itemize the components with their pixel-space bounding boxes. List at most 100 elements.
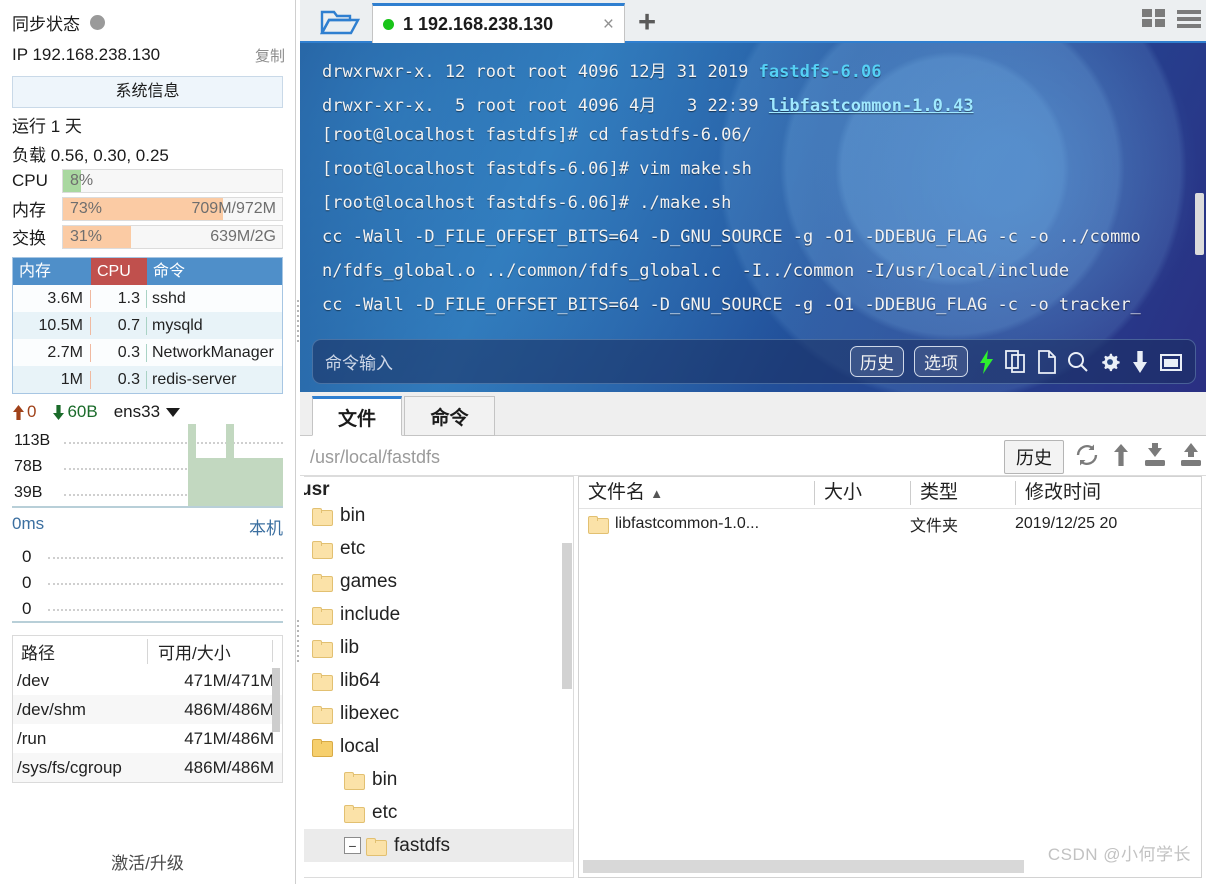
upload-file-icon[interactable] bbox=[1178, 442, 1204, 472]
process-cmd: redis-server bbox=[152, 370, 237, 388]
terminal-tab[interactable]: 1 192.168.238.130 × bbox=[372, 3, 625, 43]
copy-icon[interactable] bbox=[1037, 349, 1057, 374]
directory-tree[interactable]: usr bin etc games include lib lib64 libexec loc… bbox=[304, 476, 574, 878]
folder-icon bbox=[312, 606, 333, 625]
col-type[interactable]: 类型 bbox=[910, 480, 1015, 505]
ip-row: IP 192.168.238.130 复制 bbox=[6, 38, 289, 72]
hamburger-menu-icon[interactable] bbox=[1176, 6, 1202, 35]
process-mem: 3.6M bbox=[13, 289, 91, 308]
folder-icon bbox=[312, 672, 333, 691]
command-options-button[interactable]: 选项 bbox=[914, 346, 968, 377]
file-history-button[interactable]: 历史 bbox=[1004, 440, 1064, 474]
file-name: libfastcommon-1.0... bbox=[615, 515, 760, 532]
disk-scrollbar[interactable] bbox=[272, 668, 280, 732]
splitter-grip-bottom[interactable] bbox=[297, 620, 299, 664]
system-info-button[interactable]: 系统信息 bbox=[12, 76, 283, 108]
tab-files-label: 文件 bbox=[337, 408, 376, 430]
col-size[interactable]: 大小 bbox=[814, 480, 910, 505]
copy-button[interactable]: 复制 bbox=[255, 45, 285, 66]
file-list[interactable]: 文件名 ▲ 大小 类型 修改时间 libfastcommon-1.0... 文件夹… bbox=[578, 476, 1202, 878]
tree-node[interactable]: include bbox=[304, 598, 573, 631]
tree-node[interactable]: games bbox=[304, 565, 573, 598]
gridline bbox=[48, 583, 283, 585]
terminal-line: [root@localhost fastdfs-6.06]# ./make.sh bbox=[322, 193, 732, 213]
folder-icon bbox=[312, 573, 333, 592]
terminal-scrollbar[interactable] bbox=[1195, 193, 1204, 255]
tree-node-label: libexec bbox=[340, 702, 400, 724]
disk-col-extra bbox=[272, 640, 282, 662]
disk-row[interactable]: /run 471M/486M bbox=[13, 724, 282, 753]
command-history-button[interactable]: 历史 bbox=[850, 346, 904, 377]
file-list-row[interactable]: libfastcommon-1.0... 文件夹 2019/12/25 20 bbox=[579, 509, 1201, 539]
disk-row[interactable]: /7.4G/16.6G bbox=[13, 782, 282, 783]
clone-session-icon[interactable] bbox=[1005, 349, 1027, 374]
tree-node[interactable]: − fastdfs bbox=[304, 829, 573, 862]
tab-commands[interactable]: 命令 bbox=[404, 396, 495, 436]
meter-percent: 31% bbox=[70, 227, 103, 245]
collapse-icon[interactable]: − bbox=[344, 837, 361, 854]
axis-tick-label: 0 bbox=[22, 573, 32, 592]
tree-scrollbar[interactable] bbox=[562, 543, 572, 689]
disk-col-size[interactable]: 可用/大小 bbox=[147, 638, 272, 664]
process-row[interactable]: 3.6M 1.3 sshd bbox=[13, 285, 282, 312]
tree-node[interactable]: lib bbox=[304, 631, 573, 664]
process-row[interactable]: 10.5M 0.7 mysqld bbox=[13, 312, 282, 339]
gear-icon[interactable] bbox=[1099, 350, 1121, 374]
command-input-bar[interactable]: 命令输入 历史 选项 bbox=[312, 339, 1196, 384]
path-input[interactable]: /usr/local/fastdfs bbox=[310, 442, 1010, 472]
parent-folder-icon[interactable] bbox=[1110, 443, 1132, 472]
process-col-cmd[interactable]: 命令 bbox=[147, 258, 282, 285]
latency-target[interactable]: 本机 bbox=[249, 514, 283, 539]
network-bar bbox=[234, 458, 283, 506]
tree-node[interactable]: etc bbox=[304, 796, 573, 829]
lightning-icon[interactable] bbox=[978, 349, 995, 374]
window-icon[interactable] bbox=[1159, 350, 1183, 374]
download-file-icon[interactable] bbox=[1142, 442, 1168, 472]
tab-commands-label: 命令 bbox=[430, 407, 469, 429]
file-browser-panel: 文件 命令 /usr/local/fastdfs 历史 sr bin etc g… bbox=[300, 392, 1206, 884]
file-list-hscrollbar[interactable] bbox=[583, 860, 1024, 873]
disk-row[interactable]: /dev 471M/471M bbox=[13, 666, 282, 695]
col-filename[interactable]: 文件名 ▲ bbox=[579, 481, 814, 505]
search-icon[interactable] bbox=[1067, 350, 1089, 374]
tree-node[interactable]: local bbox=[304, 730, 573, 763]
network-download-value: 60B bbox=[67, 402, 98, 421]
close-icon[interactable]: × bbox=[603, 14, 614, 36]
load-average-label: 负载 0.56, 0.30, 0.25 bbox=[12, 146, 169, 165]
download-icon[interactable] bbox=[1131, 350, 1149, 374]
process-table-header: 内存 CPU 命令 bbox=[13, 258, 282, 285]
process-col-cpu[interactable]: CPU bbox=[91, 258, 147, 285]
tree-node-label: include bbox=[340, 603, 401, 625]
grid-layout-icon[interactable] bbox=[1141, 6, 1167, 35]
disk-col-path[interactable]: 路径 bbox=[13, 639, 147, 664]
open-folder-icon[interactable] bbox=[319, 8, 361, 41]
refresh-icon[interactable] bbox=[1074, 443, 1100, 472]
process-mem: 2.7M bbox=[13, 343, 91, 362]
tree-node[interactable]: etc bbox=[304, 532, 573, 565]
terminal-line: cc -Wall -D_FILE_OFFSET_BITS=64 -D_GNU_S… bbox=[322, 227, 1141, 247]
tree-root-label[interactable]: usr bbox=[304, 479, 330, 501]
new-tab-button[interactable]: + bbox=[638, 6, 656, 37]
activate-upgrade-link[interactable]: 激活/升级 bbox=[0, 849, 295, 874]
splitter-grip-top[interactable] bbox=[297, 300, 299, 344]
terminal-highlight: fastdfs-6.06 bbox=[758, 62, 882, 82]
process-cpu: 0.3 bbox=[91, 343, 147, 362]
disk-table-body: /dev 471M/471M/dev/shm 486M/486M/run 471M/4… bbox=[13, 666, 282, 783]
resource-meters: CPU 8% 内存 73% 709M/972M 交换 31% 639M/2G bbox=[6, 166, 289, 249]
tab-files[interactable]: 文件 bbox=[312, 396, 402, 436]
tree-node[interactable]: bin bbox=[304, 499, 573, 532]
tree-node-label: lib64 bbox=[340, 669, 381, 691]
disk-row[interactable]: /dev/shm 486M/486M bbox=[13, 695, 282, 724]
network-interface-select[interactable]: ens33 bbox=[114, 402, 181, 422]
tree-node[interactable]: bin bbox=[304, 763, 573, 796]
terminal-output[interactable]: drwxrwxr-x. 12 root root 4096 12月 31 201… bbox=[300, 43, 1206, 392]
process-row[interactable]: 1M 0.3 redis-server bbox=[13, 366, 282, 393]
disk-size: 471M/471M bbox=[184, 670, 274, 690]
tree-node[interactable]: lib64 bbox=[304, 664, 573, 697]
process-col-mem[interactable]: 内存 bbox=[13, 258, 91, 285]
tree-node[interactable]: libexec bbox=[304, 697, 573, 730]
disk-row[interactable]: /sys/fs/cgroup 486M/486M bbox=[13, 753, 282, 782]
process-row[interactable]: 2.7M 0.3 NetworkManager bbox=[13, 339, 282, 366]
col-modified[interactable]: 修改时间 bbox=[1015, 480, 1201, 505]
command-input[interactable]: 命令输入 bbox=[325, 349, 393, 374]
